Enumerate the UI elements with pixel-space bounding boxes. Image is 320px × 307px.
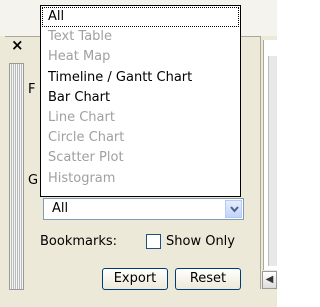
show-only-label[interactable]: Show Only — [166, 234, 235, 250]
scroll-left-icon: ◀ — [265, 274, 274, 285]
partial-field-label: G — [28, 173, 39, 188]
bookmarks-label: Bookmarks: — [40, 234, 118, 249]
partial-field-label: F — [28, 82, 36, 97]
export-button[interactable]: Export — [102, 268, 168, 290]
dropdown-option[interactable]: All — [42, 7, 239, 27]
chevron-down-icon — [230, 206, 239, 213]
show-only-checkbox[interactable] — [146, 234, 161, 249]
dropdown-option: Line Chart — [48, 110, 115, 125]
dropdown-option: Text Table — [48, 29, 113, 45]
dropdown-option[interactable]: Bar Chart — [42, 88, 239, 108]
left-vertical-scrollbar[interactable] — [9, 63, 24, 290]
dropdown-option: Heat Map — [48, 49, 111, 65]
right-panel-scrollbar[interactable] — [268, 56, 277, 266]
close-icon[interactable]: × — [11, 37, 24, 53]
dropdown-option: Scatter Plot — [48, 150, 124, 166]
combo-dropdown-button[interactable] — [225, 200, 242, 218]
reset-button[interactable]: Reset — [175, 268, 241, 290]
dropdown-option: Circle Chart — [48, 130, 125, 146]
chart-type-dropdown-list[interactable]: All Text Table Heat Map Timeline / Gantt Ch… — [40, 5, 241, 197]
combo-selected-value: All — [52, 201, 69, 216]
dropdown-option: Histogram — [48, 170, 116, 186]
dropdown-option[interactable]: Timeline / Gantt Chart — [42, 68, 239, 88]
scroll-left-button[interactable]: ◀ — [262, 271, 277, 289]
chart-type-combo[interactable]: All — [43, 198, 244, 220]
